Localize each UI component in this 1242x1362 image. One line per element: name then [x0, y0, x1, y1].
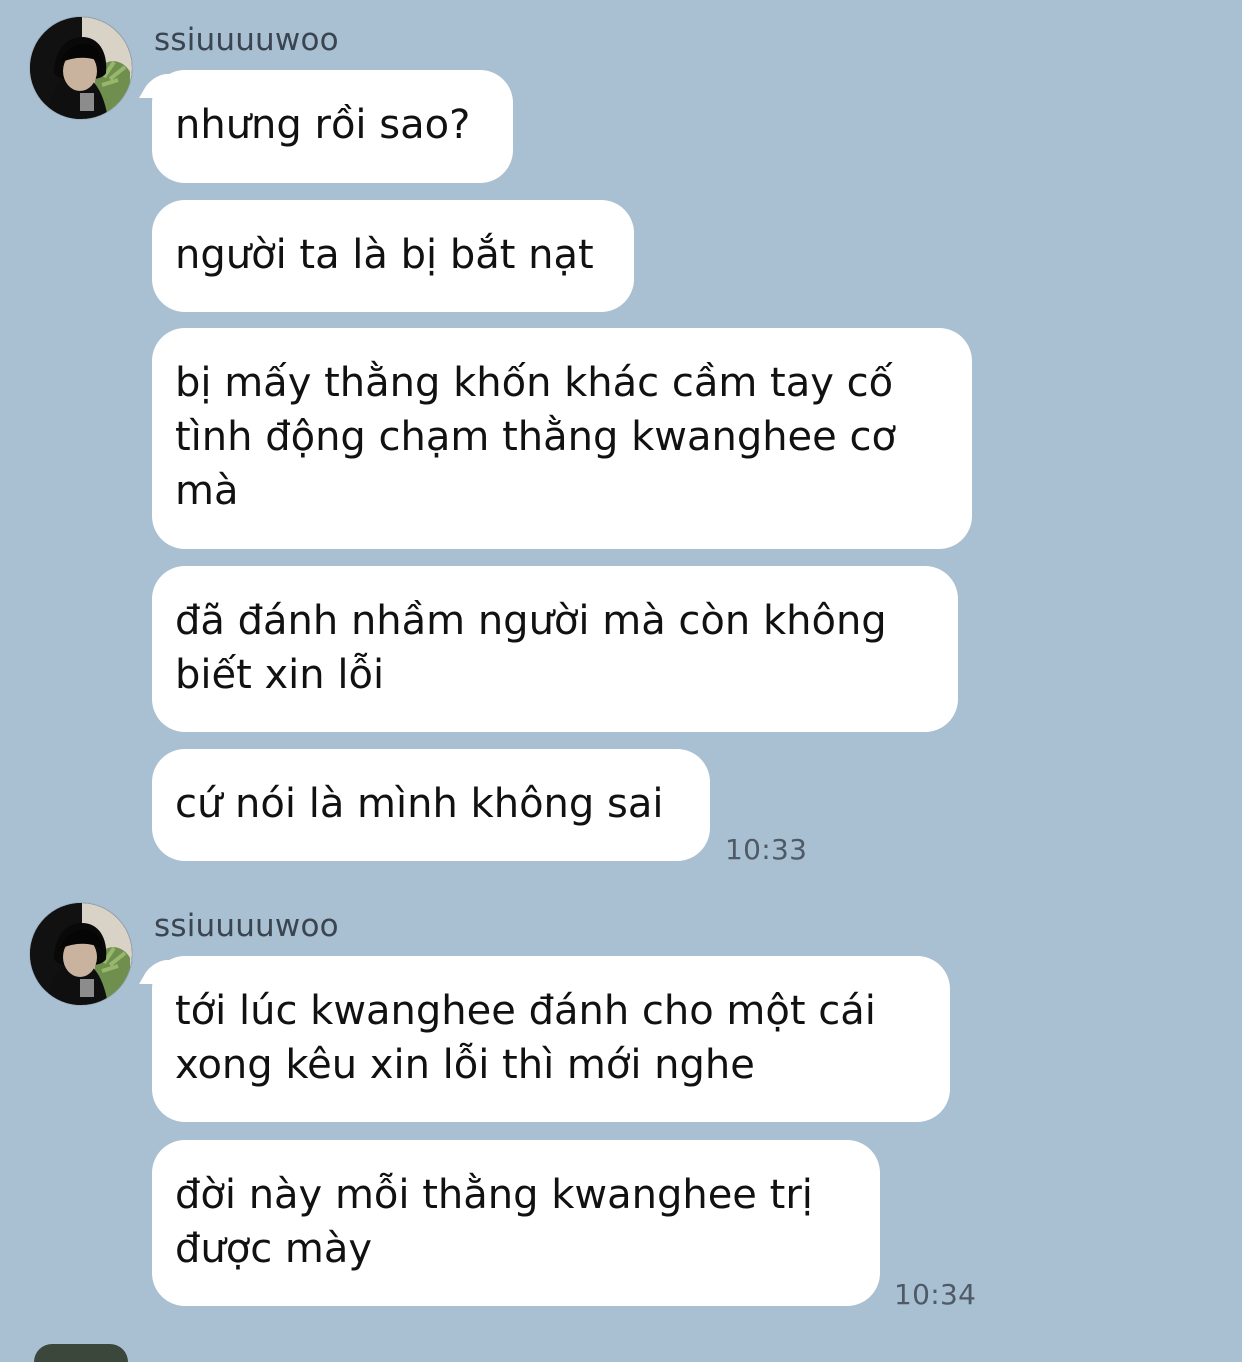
next-avatar-partial [34, 1344, 128, 1362]
message-text: người ta là bị bắt nạt [175, 232, 594, 278]
message-bubble[interactable]: cứ nói là mình không sai [152, 749, 710, 861]
message-text: đời này mỗi thằng kwanghee trị được mày [175, 1172, 813, 1272]
chat-thread[interactable]: ssiuuuuwoo nhưng rồi sao? người ta là bị… [0, 0, 1242, 1362]
message-bubble[interactable]: đã đánh nhầm người mà còn không biết xin… [152, 566, 958, 732]
user-avatar-icon [30, 17, 132, 119]
message-time: 10:34 [894, 1278, 977, 1311]
message-text: đã đánh nhầm người mà còn không biết xin… [175, 598, 887, 698]
message-text: nhưng rồi sao? [175, 102, 471, 148]
sender-name: ssiuuuuwoo [154, 908, 339, 944]
message-text: cứ nói là mình không sai [175, 781, 664, 827]
message-bubble[interactable]: bị mấy thằng khốn khác cầm tay cố tình đ… [152, 328, 972, 549]
message-text: tới lúc kwanghee đánh cho một cái xong k… [175, 988, 876, 1088]
sender-name: ssiuuuuwoo [154, 22, 339, 58]
message-bubble[interactable]: đời này mỗi thằng kwanghee trị được mày [152, 1140, 880, 1306]
user-avatar-icon [30, 903, 132, 1005]
message-bubble[interactable]: tới lúc kwanghee đánh cho một cái xong k… [152, 956, 950, 1122]
message-time: 10:33 [725, 833, 808, 866]
message-bubble[interactable]: người ta là bị bắt nạt [152, 200, 634, 312]
message-text: bị mấy thằng khốn khác cầm tay cố tình đ… [175, 360, 896, 514]
sender-avatar[interactable] [30, 17, 132, 119]
sender-avatar[interactable] [30, 903, 132, 1005]
message-bubble[interactable]: nhưng rồi sao? [152, 70, 513, 183]
